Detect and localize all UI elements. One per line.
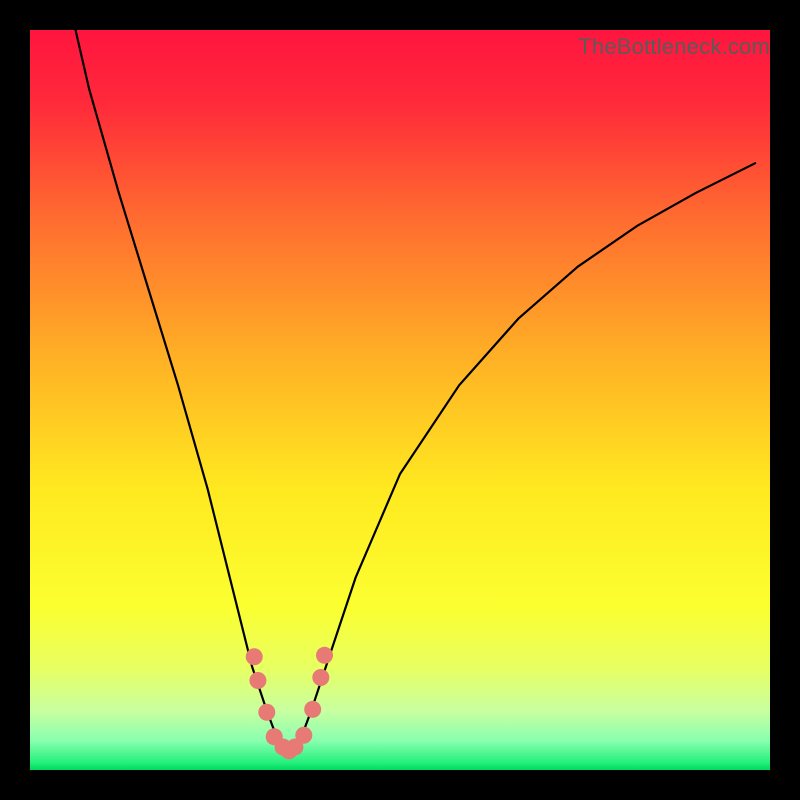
curve-marker: [304, 701, 321, 718]
curve-marker: [249, 672, 266, 689]
curve-marker: [316, 647, 333, 664]
curve-marker: [295, 727, 312, 744]
chart-frame: TheBottleneck.com: [0, 0, 800, 800]
plot-area: TheBottleneck.com: [30, 30, 770, 770]
curve-marker: [258, 704, 275, 721]
bottleneck-curve: [30, 30, 770, 770]
curve-marker: [312, 669, 329, 686]
watermark-text: TheBottleneck.com: [578, 34, 770, 60]
curve-marker: [246, 648, 263, 665]
